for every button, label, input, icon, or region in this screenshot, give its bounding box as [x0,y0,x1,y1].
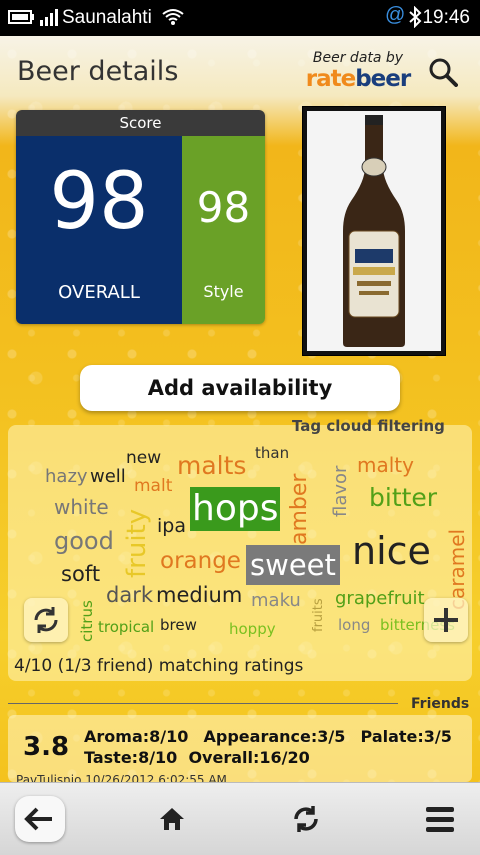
tag-maku[interactable]: maku [251,590,301,611]
matching-ratings: 4/10 (1/3 friend) matching ratings [14,656,304,676]
ratebeer-logo: Beer data by ratebeer [303,50,413,92]
friend-rating-score: 3.8 [23,732,70,762]
friend-rating-row2: Taste:8/10 Overall:16/20 [84,748,310,767]
tag-white[interactable]: white [54,495,109,519]
tag-amber[interactable]: amber [287,474,312,545]
style-score-label: Style [203,282,244,301]
tag-soft[interactable]: soft [61,562,100,586]
overall-score-label: OVERALL [58,282,140,303]
tag-citrus[interactable]: citrus [78,600,96,642]
at-icon: @ [385,4,406,26]
beer-bottle-image [343,115,405,347]
clock: 19:46 [422,7,470,28]
tag-than[interactable]: than [255,444,289,462]
tag-malty[interactable]: malty [357,453,414,477]
tag-hoppy[interactable]: hoppy [229,620,276,638]
style-score: 98 Style [182,136,265,324]
tag-sweet[interactable]: sweet [246,545,340,585]
tag-grapefruit[interactable]: grapefruit [335,588,425,609]
brand-rate: rate [305,66,356,92]
score-panel: Score 98 OVERALL 98 Style [16,110,265,324]
carrier-name: Saunalahti [62,7,152,28]
score-header: Score [16,110,265,136]
add-tag-button[interactable] [424,598,468,642]
tag-fruits[interactable]: fruits [311,598,326,632]
friend-overall: Overall:16/20 [188,748,310,767]
style-score-value: 98 [196,183,251,232]
overall-score-value: 98 [49,157,149,247]
tag-tropical[interactable]: tropical [98,618,154,636]
bottom-toolbar [0,782,480,855]
tag-dark[interactable]: dark [106,583,153,607]
menu-icon[interactable] [425,805,455,833]
wifi-icon [162,9,184,25]
refresh-icon [34,607,58,633]
tag-hops[interactable]: hops [190,487,281,531]
friend-appearance: Appearance:3/5 [203,727,346,746]
brand-beer: beer [355,66,411,92]
tag-new[interactable]: new [126,448,161,468]
beer-photo[interactable] [302,106,446,356]
friend-rating-card[interactable]: 3.8 Aroma:8/10 Appearance:3/5 Palate:3/5… [8,715,472,782]
tag-good[interactable]: good [54,527,114,555]
back-button[interactable] [15,796,65,842]
add-availability-button[interactable]: Add availability [80,365,400,411]
page-title: Beer details [17,56,179,87]
tag-malt[interactable]: malt [134,476,172,496]
tag-nice[interactable]: nice [352,529,431,573]
tag-brew[interactable]: brew [160,616,197,634]
signal-icon [40,9,58,26]
overall-score: 98 OVERALL [16,136,182,324]
friend-rating-meta: PavTulisnio 10/26/2012 6:02:55 AM [16,773,227,782]
tag-malts[interactable]: malts [177,451,246,480]
tag-bitter[interactable]: bitter [369,483,437,512]
back-icon [24,807,52,831]
friend-taste: Taste:8/10 [84,748,178,767]
tag-well[interactable]: well [90,466,126,487]
bluetooth-icon [409,6,422,28]
tag-flavor[interactable]: flavor [330,466,351,517]
tag-fruity[interactable]: fruity [122,509,152,578]
home-icon[interactable] [158,806,186,832]
beer-photo-frame [307,111,441,351]
friend-rating-row1: Aroma:8/10 Appearance:3/5 Palate:3/5 [84,727,452,746]
tag-ipa[interactable]: ipa [157,515,186,537]
add-icon [434,608,458,632]
tag-orange[interactable]: orange [160,548,241,574]
friend-aroma: Aroma:8/10 [84,727,189,746]
tag-hazy[interactable]: hazy [45,466,88,487]
brand-wordmark: ratebeer [303,66,413,92]
refresh-tags-button[interactable] [24,598,68,642]
search-icon[interactable] [428,57,458,87]
friends-label: Friends [411,696,470,712]
sync-icon[interactable] [290,803,322,835]
tag-long[interactable]: long [338,616,370,634]
tag-cloud-title: Tag cloud filtering [292,417,445,435]
brand-tagline: Beer data by [312,50,404,66]
tag-medium[interactable]: medium [156,583,242,607]
status-bar: Saunalahti @ 19:46 [0,0,480,36]
battery-icon [8,10,34,24]
friends-divider [8,703,398,704]
friend-palate: Palate:3/5 [360,727,452,746]
